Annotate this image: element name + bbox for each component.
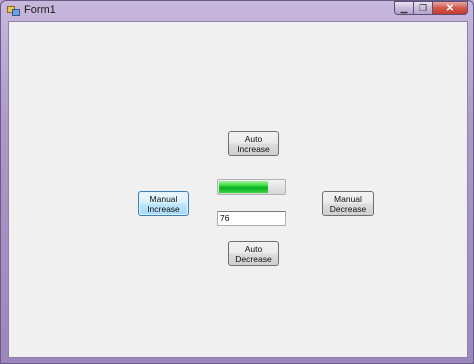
title-bar[interactable]: Form1 ▁ ❐ ✕ [1,1,473,21]
progress-bar [217,179,286,195]
window-title: Form1 [24,4,56,16]
maximize-icon: ❐ [418,2,428,13]
maximize-button[interactable]: ❐ [414,1,433,15]
progress-bar-fill [219,181,268,193]
manual-decrease-button[interactable]: Manual Decrease [322,191,374,216]
auto-decrease-button[interactable]: Auto Decrease [228,241,279,266]
value-textbox[interactable]: 76 [217,211,286,226]
minimize-button[interactable]: ▁ [394,1,414,15]
auto-increase-button[interactable]: Auto Increase [228,131,279,156]
manual-increase-button[interactable]: Manual Increase [138,191,189,216]
minimize-icon: ▁ [400,2,408,13]
caption-buttons: ▁ ❐ ✕ [394,1,468,16]
app-icon [7,6,20,16]
close-button[interactable]: ✕ [433,1,468,15]
close-icon: ✕ [445,2,455,14]
